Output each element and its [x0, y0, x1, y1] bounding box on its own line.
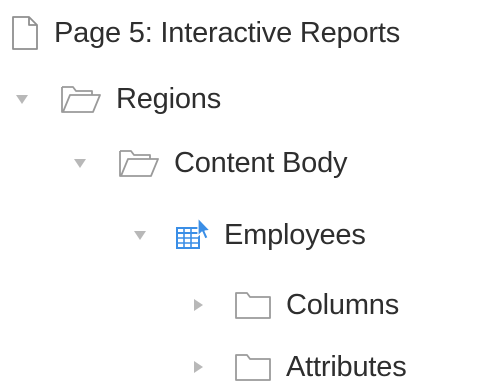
tree-node-columns[interactable]: Columns	[190, 280, 399, 330]
page-icon	[10, 15, 40, 51]
tree-node-employees[interactable]: Employees	[132, 210, 366, 260]
tree-node-label: Content Body	[174, 146, 348, 179]
tree-node-attributes[interactable]: Attributes	[190, 342, 407, 392]
chevron-down-icon[interactable]	[14, 91, 30, 107]
tree-node-content-body[interactable]: Content Body	[72, 138, 348, 188]
tree-node-label: Page 5: Interactive Reports	[54, 16, 401, 49]
chevron-right-icon[interactable]	[190, 359, 206, 375]
tree-node-label: Regions	[116, 82, 221, 115]
chevron-right-icon[interactable]	[190, 297, 206, 313]
tree-node-regions[interactable]: Regions	[14, 74, 221, 124]
interactive-report-icon	[174, 217, 214, 253]
folder-open-icon	[60, 83, 104, 115]
tree-node-label: Employees	[224, 218, 366, 251]
chevron-down-icon[interactable]	[72, 155, 88, 171]
folder-open-icon	[118, 147, 162, 179]
folder-icon	[234, 289, 274, 321]
chevron-down-icon[interactable]	[132, 227, 148, 243]
folder-icon	[234, 351, 274, 383]
tree-node-page[interactable]: Page 5: Interactive Reports	[10, 8, 400, 58]
tree-node-label: Columns	[286, 288, 400, 321]
tree-node-label: Attributes	[286, 350, 407, 383]
